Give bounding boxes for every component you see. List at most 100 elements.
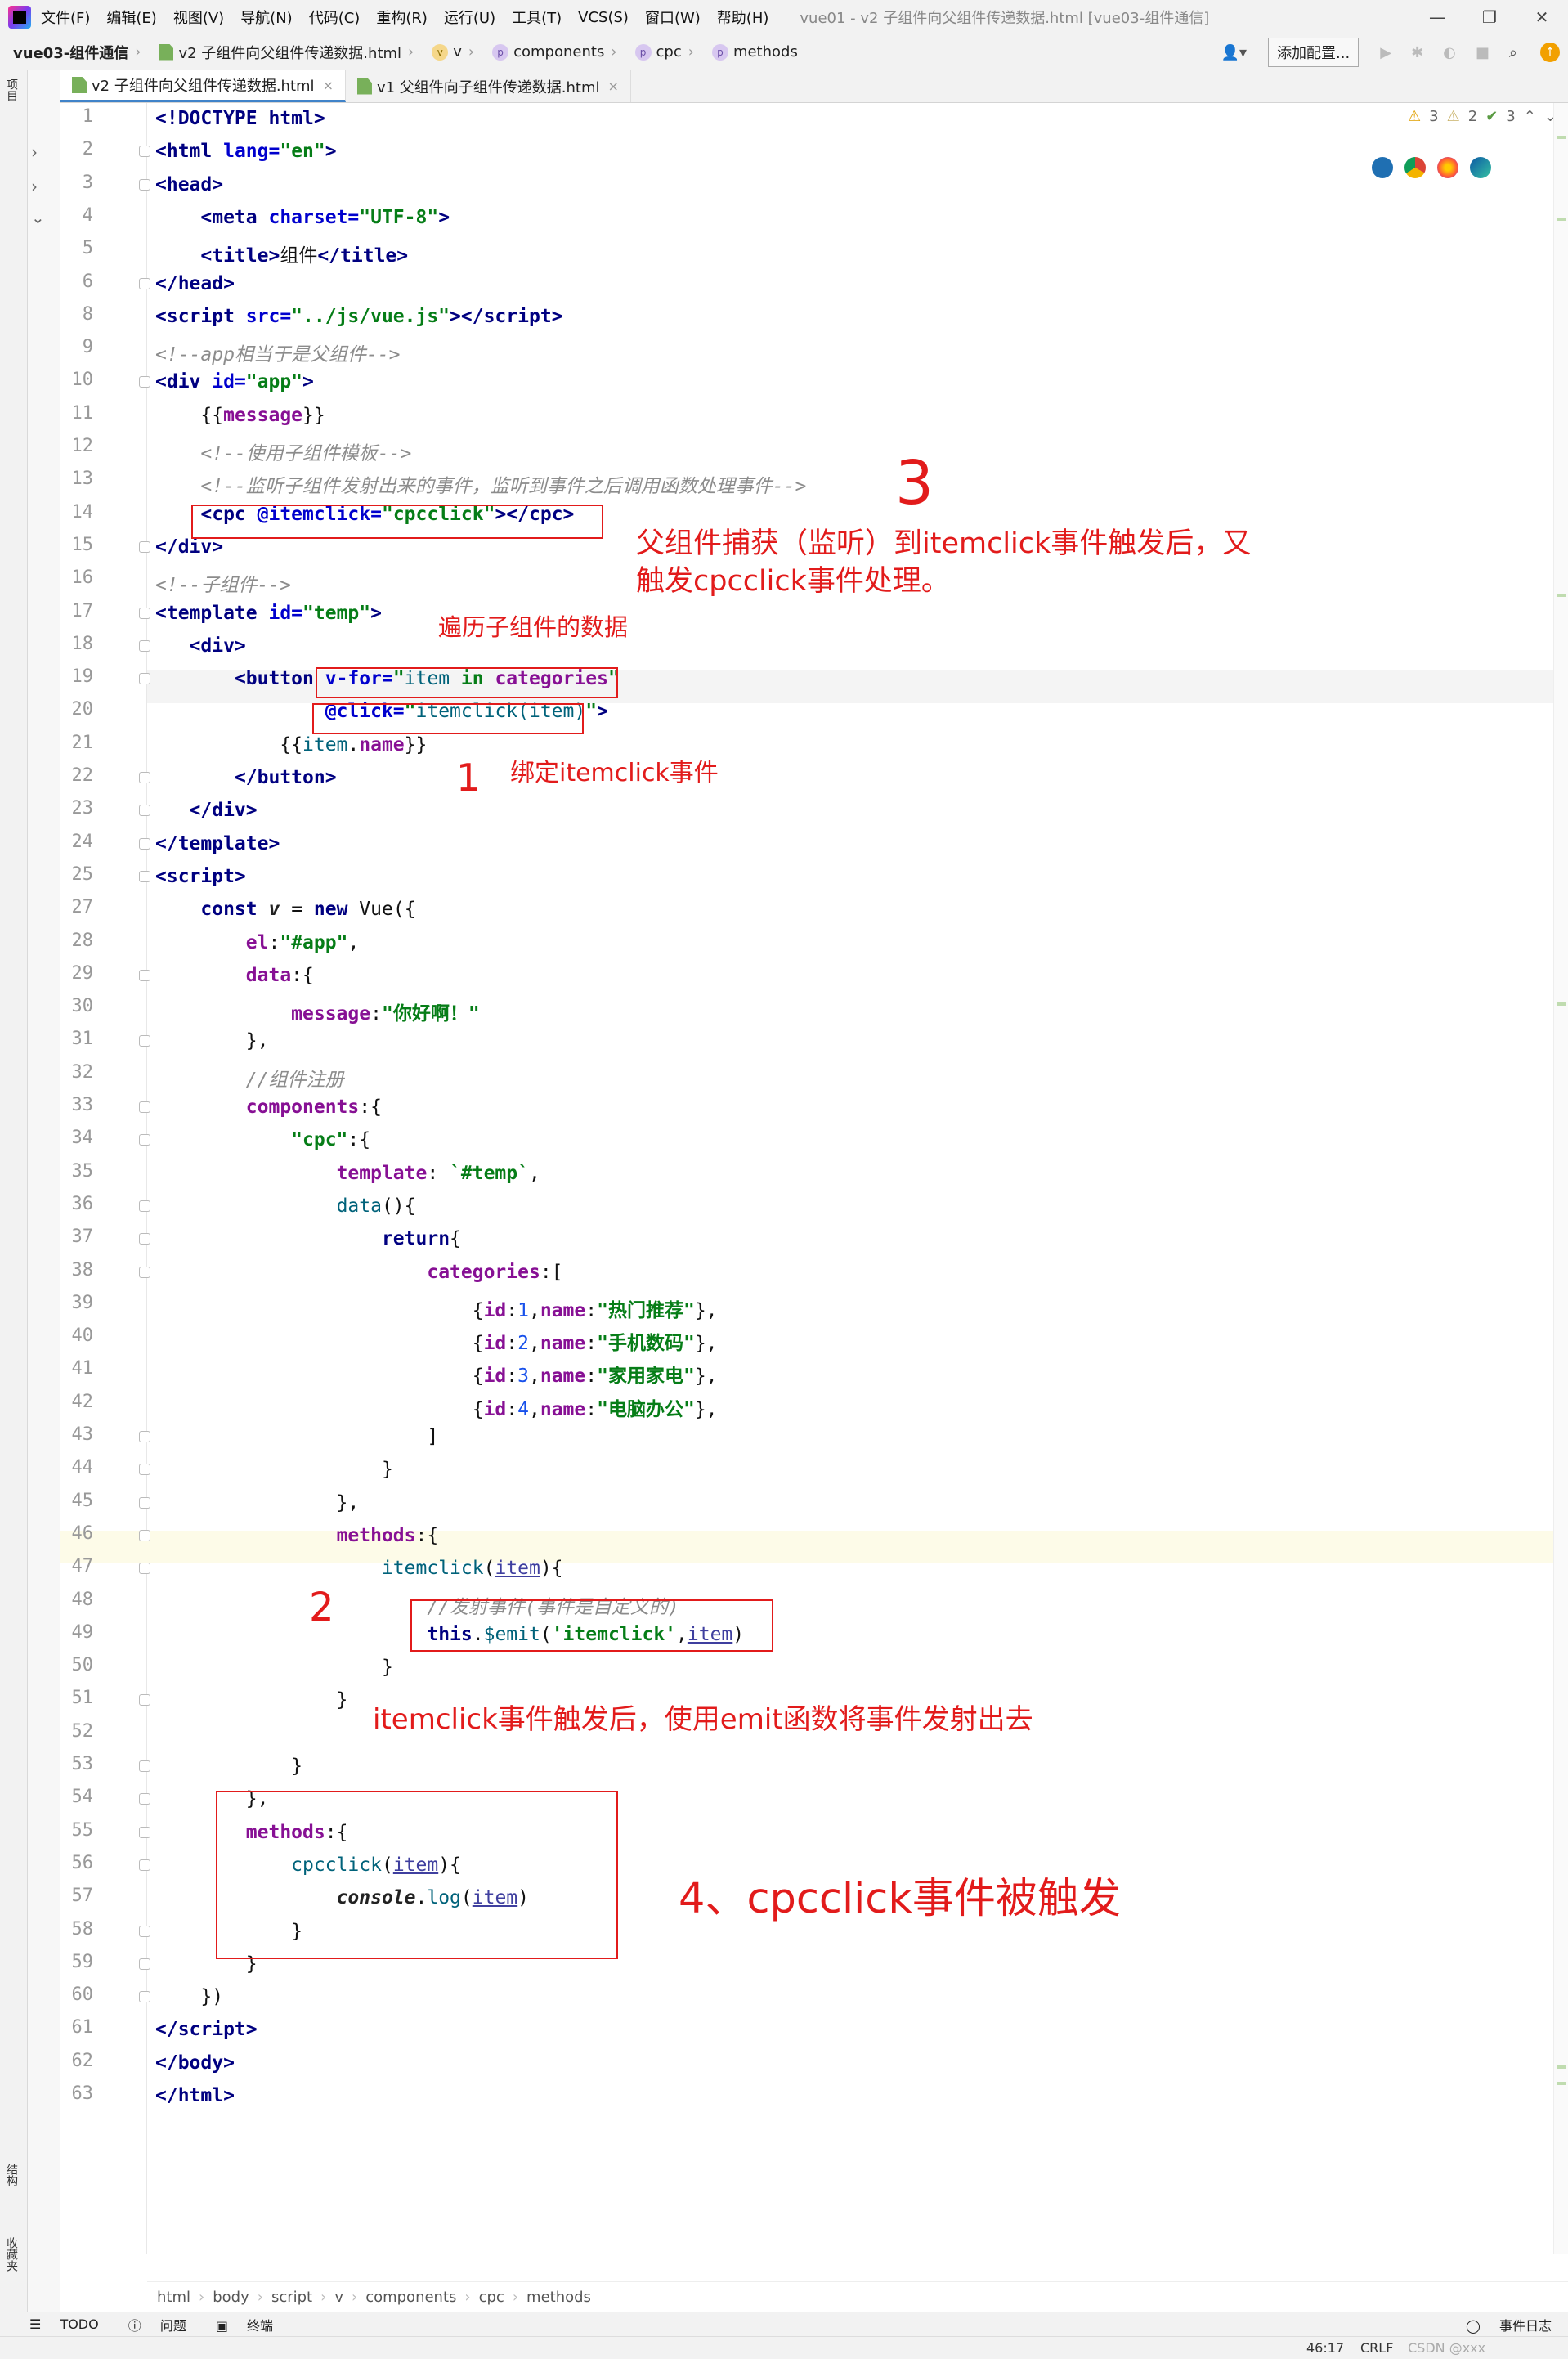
- fold-marker-icon[interactable]: [139, 607, 150, 619]
- structure-tool-window[interactable]: 结构: [3, 2164, 20, 2186]
- close-tab-icon[interactable]: ×: [608, 78, 619, 94]
- fold-marker-icon[interactable]: [139, 1793, 150, 1805]
- chevron-up-icon[interactable]: ⌃: [1524, 108, 1536, 125]
- code-line[interactable]: <div id="app">: [155, 371, 314, 392]
- code-line[interactable]: </head>: [155, 273, 235, 294]
- breadcrumb-components[interactable]: components: [365, 2289, 456, 2306]
- user-icon[interactable]: 👤▾: [1221, 44, 1247, 61]
- code-line[interactable]: },: [155, 1030, 269, 1052]
- code-line[interactable]: "cpc":{: [155, 1129, 370, 1150]
- editor-scrollbar[interactable]: [1553, 103, 1568, 2254]
- code-line[interactable]: </div>: [155, 800, 258, 821]
- fold-marker-icon[interactable]: [139, 1826, 150, 1838]
- code-line[interactable]: </html>: [155, 2085, 235, 2106]
- code-line[interactable]: data:{: [155, 965, 314, 986]
- code-line[interactable]: message:"你好啊！": [155, 998, 480, 1025]
- fold-marker-icon[interactable]: [139, 1035, 150, 1047]
- fold-marker-icon[interactable]: [139, 805, 150, 817]
- code-line[interactable]: <meta charset="UTF-8">: [155, 207, 450, 228]
- code-line[interactable]: </template>: [155, 833, 280, 854]
- fold-marker-icon[interactable]: [139, 1200, 150, 1212]
- inspection-widget[interactable]: ⚠ 3 ⚠ 2 ✔ 3 ⌃ ⌄: [1408, 108, 1557, 125]
- chevron-right-icon[interactable]: ›: [31, 142, 38, 162]
- code-line[interactable]: <!--子组件-->: [155, 569, 291, 597]
- stop-icon[interactable]: ■: [1476, 44, 1490, 61]
- code-line[interactable]: methods:{: [155, 1525, 439, 1546]
- tab-v2-file[interactable]: v2 子组件向父组件传递数据.html ×: [60, 70, 346, 102]
- debug-icon[interactable]: ✱: [1411, 44, 1423, 61]
- breadcrumb-cpc[interactable]: cpc: [479, 2289, 504, 2306]
- code-line[interactable]: components:{: [155, 1097, 382, 1118]
- menu-edit[interactable]: 编辑(E): [106, 7, 156, 28]
- code-line[interactable]: itemclick(item){: [155, 1558, 563, 1579]
- code-line[interactable]: </body>: [155, 2052, 235, 2074]
- menu-window[interactable]: 窗口(W): [645, 7, 701, 28]
- code-line[interactable]: ]: [155, 1426, 438, 1447]
- fold-marker-icon[interactable]: [139, 1925, 150, 1937]
- code-line[interactable]: <html lang="en">: [155, 141, 337, 162]
- breadcrumb-script[interactable]: script: [271, 2289, 312, 2306]
- update-icon[interactable]: ↑: [1540, 43, 1560, 62]
- fold-marker-icon[interactable]: [139, 1134, 150, 1146]
- fold-marker-icon[interactable]: [139, 1859, 150, 1871]
- code-line[interactable]: <div>: [155, 635, 246, 657]
- chrome-icon[interactable]: [1404, 157, 1426, 178]
- code-line[interactable]: el:"#app",: [155, 932, 360, 953]
- fold-marker-icon[interactable]: [139, 639, 150, 652]
- fold-marker-icon[interactable]: [139, 1760, 150, 1772]
- fold-marker-icon[interactable]: [139, 1563, 150, 1575]
- fold-marker-icon[interactable]: [139, 1233, 150, 1245]
- coverage-icon[interactable]: ◐: [1443, 44, 1456, 61]
- run-icon[interactable]: ▶: [1380, 44, 1391, 61]
- project-name[interactable]: vue03-组件通信: [13, 42, 128, 63]
- fold-marker-icon[interactable]: [139, 1529, 150, 1541]
- fold-marker-icon[interactable]: [139, 376, 150, 388]
- close-tab-icon[interactable]: ×: [323, 78, 334, 93]
- problems-tool[interactable]: ⓘ 问题: [114, 2315, 186, 2334]
- fold-marker-icon[interactable]: [139, 969, 150, 981]
- code-line[interactable]: data(){: [155, 1195, 416, 1217]
- fold-marker-icon[interactable]: [139, 1958, 150, 1970]
- code-line[interactable]: <script>: [155, 866, 246, 887]
- code-line[interactable]: </div>: [155, 536, 223, 558]
- fold-marker-icon[interactable]: [139, 837, 150, 850]
- code-line[interactable]: <title>组件</title>: [155, 240, 408, 267]
- event-log-tool[interactable]: ◯ 事件日志: [1451, 2315, 1552, 2334]
- menu-view[interactable]: 视图(V): [173, 7, 224, 28]
- code-line[interactable]: <!DOCTYPE html>: [155, 108, 325, 129]
- restore-icon[interactable]: ❐: [1463, 0, 1516, 34]
- code-line[interactable]: {id:3,name:"家用家电"},: [155, 1360, 718, 1388]
- fold-marker-icon[interactable]: [139, 1496, 150, 1509]
- breadcrumb-html[interactable]: html: [157, 2289, 190, 2306]
- code-line[interactable]: <!--app相当于是父组件-->: [155, 339, 400, 366]
- breadcrumb-v[interactable]: v: [334, 2289, 343, 2306]
- edge-icon[interactable]: [1470, 157, 1491, 178]
- minimize-icon[interactable]: —: [1411, 0, 1463, 34]
- fold-marker-icon[interactable]: [139, 146, 150, 158]
- fold-marker-icon[interactable]: [139, 1464, 150, 1476]
- code-line[interactable]: }: [155, 1756, 302, 1777]
- add-configuration-button[interactable]: 添加配置...: [1268, 38, 1360, 67]
- fold-marker-icon[interactable]: [139, 1266, 150, 1278]
- search-icon[interactable]: ⌕: [1509, 44, 1517, 61]
- code-line[interactable]: {{message}}: [155, 405, 325, 426]
- nav-crumb-components[interactable]: p components: [492, 43, 604, 61]
- code-line[interactable]: },: [155, 1492, 360, 1514]
- fold-marker-icon[interactable]: [139, 870, 150, 882]
- webstorm-browser-icon[interactable]: [1372, 157, 1393, 178]
- code-line[interactable]: const v = new Vue({: [155, 899, 415, 920]
- code-line[interactable]: {id:1,name:"热门推荐"},: [155, 1294, 718, 1322]
- code-line[interactable]: {id:4,name:"电脑办公"},: [155, 1393, 718, 1421]
- tab-v1-file[interactable]: v1 父组件向子组件传递数据.html ×: [346, 70, 631, 102]
- code-line[interactable]: {id:2,name:"手机数码"},: [155, 1327, 718, 1355]
- code-line[interactable]: categories:[: [155, 1262, 562, 1283]
- code-line[interactable]: }: [155, 1657, 393, 1678]
- code-line[interactable]: </button>: [155, 767, 337, 788]
- terminal-tool[interactable]: ▣ 终端: [201, 2315, 273, 2334]
- menu-tools[interactable]: 工具(T): [512, 7, 562, 28]
- menu-file[interactable]: 文件(F): [41, 7, 90, 28]
- firefox-icon[interactable]: [1437, 157, 1458, 178]
- nav-crumb-v[interactable]: vv: [432, 43, 462, 61]
- code-line[interactable]: }): [155, 1986, 223, 2007]
- fold-marker-icon[interactable]: [139, 772, 150, 783]
